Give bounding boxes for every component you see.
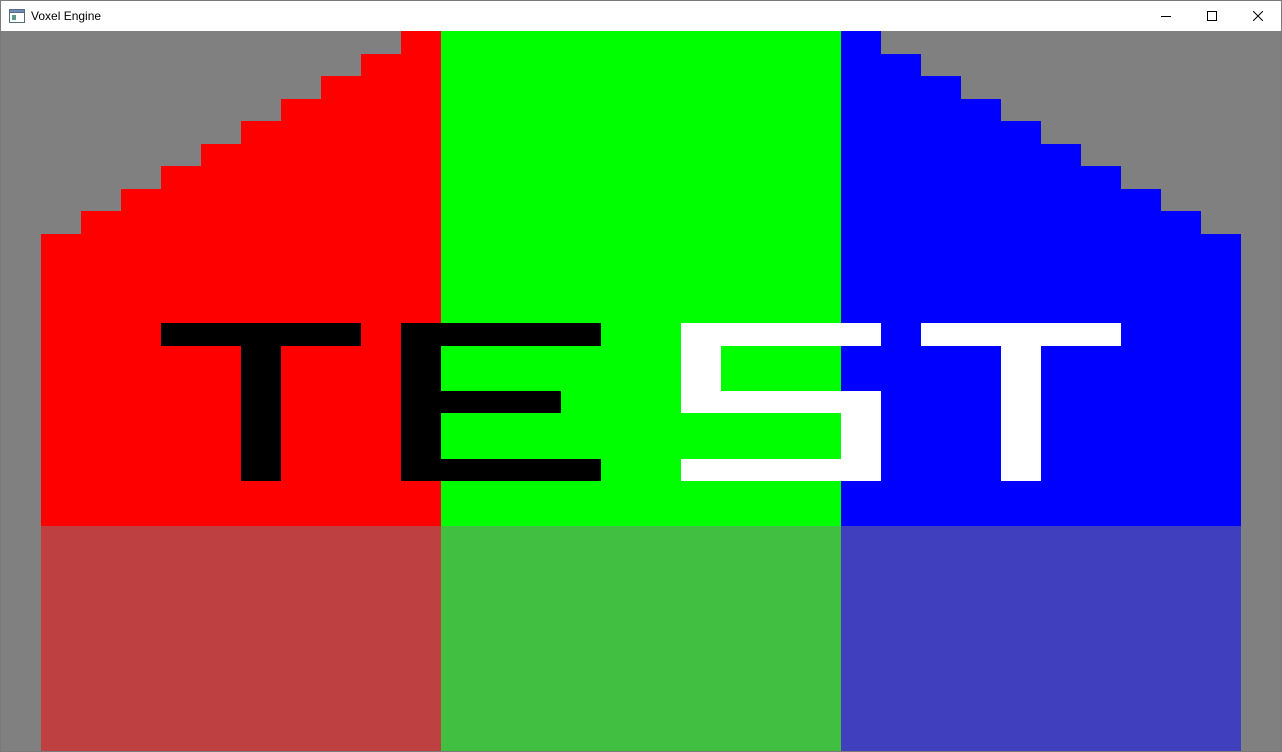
letter-e-bottom xyxy=(401,459,601,481)
letter-t2-stem xyxy=(1001,323,1041,481)
close-button[interactable] xyxy=(1235,1,1281,31)
red-voxel-column xyxy=(321,76,361,526)
blue-voxel-column xyxy=(881,54,921,526)
blue-voxel-column xyxy=(1121,189,1161,526)
letter-e-middle xyxy=(401,391,561,413)
red-voxel-column xyxy=(361,54,401,526)
voxel-scene xyxy=(1,31,1281,751)
title-bar[interactable]: Voxel Engine xyxy=(1,1,1281,31)
close-icon xyxy=(1253,11,1263,21)
blue-voxel-column xyxy=(1201,234,1241,526)
window-title: Voxel Engine xyxy=(31,9,102,23)
maximize-button[interactable] xyxy=(1189,1,1235,31)
letter-t1-stem xyxy=(241,323,281,481)
red-voxel-column xyxy=(281,99,321,526)
maximize-icon xyxy=(1207,11,1217,21)
green-voxel-block xyxy=(441,31,841,526)
app-window: Voxel Engine xyxy=(0,0,1282,752)
red-voxel-column xyxy=(121,189,161,526)
blue-voxel-column xyxy=(921,76,961,526)
red-voxel-column xyxy=(41,234,81,526)
render-viewport[interactable] xyxy=(1,31,1281,751)
green-floor-block xyxy=(441,526,841,751)
app-icon xyxy=(9,9,25,23)
blue-voxel-column xyxy=(1161,211,1201,526)
red-floor-block xyxy=(41,526,441,751)
blue-voxel-column xyxy=(961,99,1001,526)
minimize-button[interactable] xyxy=(1143,1,1189,31)
red-voxel-column xyxy=(81,211,121,526)
blue-floor-block xyxy=(841,526,1241,751)
letter-s-bottom xyxy=(681,459,881,481)
minimize-icon xyxy=(1161,16,1171,17)
